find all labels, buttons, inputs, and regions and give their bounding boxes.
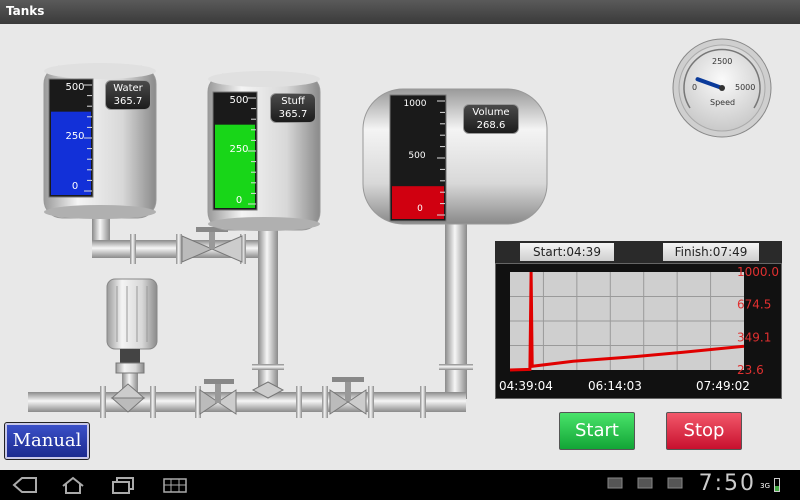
notification-icon[interactable] bbox=[636, 475, 654, 493]
trend-finish-label: Finish:07:49 bbox=[663, 243, 759, 261]
trend-y-label: 674.5 bbox=[737, 298, 771, 312]
status-clock: 7:50 bbox=[698, 471, 756, 496]
volume-value: 268.6 bbox=[476, 120, 506, 131]
battery-icon bbox=[774, 478, 780, 492]
trend-x-label: 06:14:03 bbox=[588, 379, 642, 393]
trend-x-label: 04:39:04 bbox=[499, 379, 553, 393]
manual-button[interactable]: Manual bbox=[4, 422, 90, 460]
stuff-value: 365.7 bbox=[278, 109, 308, 120]
network-indicator: 3G bbox=[760, 482, 770, 490]
window-title: Tanks bbox=[0, 0, 800, 24]
home-icon[interactable] bbox=[60, 475, 86, 495]
recent-apps-icon[interactable] bbox=[110, 475, 136, 495]
volume-readout: Volume 268.6 bbox=[463, 104, 519, 134]
trend-header: Start:04:39 Finish:07:49 bbox=[495, 241, 782, 263]
volume-scale-mid: 500 bbox=[408, 151, 426, 161]
stuff-scale-max: 500 bbox=[229, 95, 249, 106]
system-navbar: 7:50 3G bbox=[0, 470, 800, 500]
gauge-max-label: 5000 bbox=[735, 83, 755, 92]
speed-gauge: 0 2500 5000 Speed bbox=[672, 38, 772, 138]
volume-scale-min: 0 bbox=[417, 204, 423, 214]
start-button[interactable]: Start bbox=[559, 412, 635, 450]
notification-icon[interactable] bbox=[606, 475, 624, 493]
water-scale-max: 500 bbox=[65, 82, 85, 93]
trend-y-label: 349.1 bbox=[737, 330, 771, 344]
stuff-readout: Stuff 365.7 bbox=[270, 93, 316, 123]
water-readout: Water 365.7 bbox=[105, 80, 151, 110]
back-icon[interactable] bbox=[12, 475, 38, 495]
volume-scale-max: 1000 bbox=[403, 99, 427, 109]
trend-y-label: 23.6 bbox=[737, 363, 764, 377]
trend-chart: 1000.0 674.5 349.1 23.6 04:39:04 06:14:03 07:4… bbox=[495, 263, 782, 399]
pump-motor-icon bbox=[106, 278, 158, 374]
stuff-scale-mid: 250 bbox=[229, 144, 249, 155]
gauge-min-label: 0 bbox=[692, 83, 697, 92]
volume-name: Volume bbox=[472, 107, 510, 118]
trend-y-label: 1000.0 bbox=[737, 265, 779, 279]
trend-x-label: 07:49:02 bbox=[696, 379, 750, 393]
stuff-name: Stuff bbox=[281, 96, 305, 107]
hmi-canvas: 0 2500 5000 Speed 500 250 0 500 250 0 10… bbox=[0, 24, 800, 470]
volume-level-fill bbox=[392, 186, 444, 219]
gauge-mid-label: 2500 bbox=[712, 57, 732, 66]
gauge-label: Speed bbox=[710, 98, 735, 107]
water-scale-min: 0 bbox=[71, 181, 79, 192]
water-scale-mid: 250 bbox=[65, 131, 85, 142]
water-name: Water bbox=[113, 83, 143, 94]
pipe-network bbox=[28, 211, 473, 418]
stuff-scale-min: 0 bbox=[235, 195, 243, 206]
trend-grid bbox=[510, 272, 744, 370]
water-value: 365.7 bbox=[113, 96, 143, 107]
trend-plot: 1000.0 674.5 349.1 23.6 04:39:04 06:14:03 07:4… bbox=[499, 265, 779, 393]
stop-button[interactable]: Stop bbox=[666, 412, 742, 450]
trend-start-label: Start:04:39 bbox=[520, 243, 614, 261]
menu-grid-icon[interactable] bbox=[162, 475, 188, 495]
notification-icon[interactable] bbox=[666, 475, 684, 493]
